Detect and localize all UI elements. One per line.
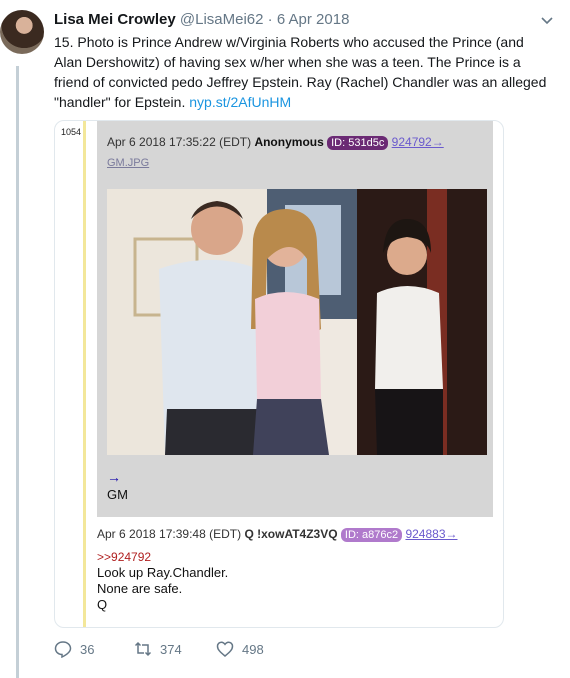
post-number: 1054 xyxy=(61,127,82,137)
post-1-body: GM xyxy=(107,487,128,502)
post-1-timestamp: Apr 6 2018 17:35:22 (EDT) xyxy=(107,135,252,149)
photo-graphic xyxy=(107,189,487,455)
retweet-icon xyxy=(134,641,152,657)
post-2-reflink: 924883→ xyxy=(405,527,458,541)
post-1-arrow: → xyxy=(107,469,121,485)
post-2-poster: Q !xowAT4Z3VQ xyxy=(244,527,338,541)
post-2-line: Look up Ray.Chandler. xyxy=(97,565,229,580)
post-1-header: Apr 6 2018 17:35:22 (EDT) Anonymous ID: … xyxy=(107,135,444,150)
retweet-count: 374 xyxy=(160,641,182,657)
like-button[interactable]: 498 xyxy=(216,640,264,658)
highlight-bar xyxy=(83,121,86,627)
post-2-header: Apr 6 2018 17:39:48 (EDT) Q !xowAT4Z3VQ … xyxy=(97,527,458,542)
reply-icon xyxy=(54,641,72,658)
tweet-text: 15. Photo is Prince Andrew w/Virginia Ro… xyxy=(54,32,554,112)
avatar[interactable] xyxy=(0,10,44,54)
post-1-reflink: 924792→ xyxy=(391,135,444,149)
post-2-id-badge: ID: a876c2 xyxy=(340,528,403,542)
post-1: Apr 6 2018 17:35:22 (EDT) Anonymous ID: … xyxy=(97,121,493,517)
author-handle[interactable]: @LisaMei62 xyxy=(180,11,264,28)
post-2-line: Q xyxy=(97,597,108,612)
chevron-down-icon[interactable] xyxy=(540,14,554,28)
post-1-id-badge: ID: 531d5c xyxy=(327,136,389,150)
reply-button[interactable]: 36 xyxy=(54,640,94,658)
tweet-link[interactable]: nyp.st/2AfUnHM xyxy=(189,94,291,110)
separator: · xyxy=(267,11,273,28)
post-1-photo xyxy=(107,189,487,455)
post-2-timestamp: Apr 6 2018 17:39:48 (EDT) xyxy=(97,527,242,541)
heart-icon xyxy=(216,641,234,657)
post-1-poster: Anonymous xyxy=(254,135,324,149)
post-2-line: None are safe. xyxy=(97,581,183,596)
embedded-image[interactable]: 1054 Apr 6 2018 17:35:22 (EDT) Anonymous… xyxy=(54,120,504,628)
post-1-filename: GM.JPG xyxy=(107,157,150,169)
post-2-quote: >>924792 xyxy=(97,550,152,564)
post-2-body: >>924792 Look up Ray.Chandler. None are … xyxy=(97,549,228,613)
author-name[interactable]: Lisa Mei Crowley xyxy=(54,11,176,28)
like-count: 498 xyxy=(242,641,264,657)
tweet-date[interactable]: 6 Apr 2018 xyxy=(277,11,350,28)
retweet-button[interactable]: 374 xyxy=(134,640,182,658)
reply-count: 36 xyxy=(80,641,95,657)
tweet-header: Lisa Mei Crowley @LisaMei62 · 6 Apr 2018 xyxy=(54,11,349,28)
thread-line xyxy=(16,66,19,678)
tweet-body: 15. Photo is Prince Andrew w/Virginia Ro… xyxy=(54,34,547,110)
